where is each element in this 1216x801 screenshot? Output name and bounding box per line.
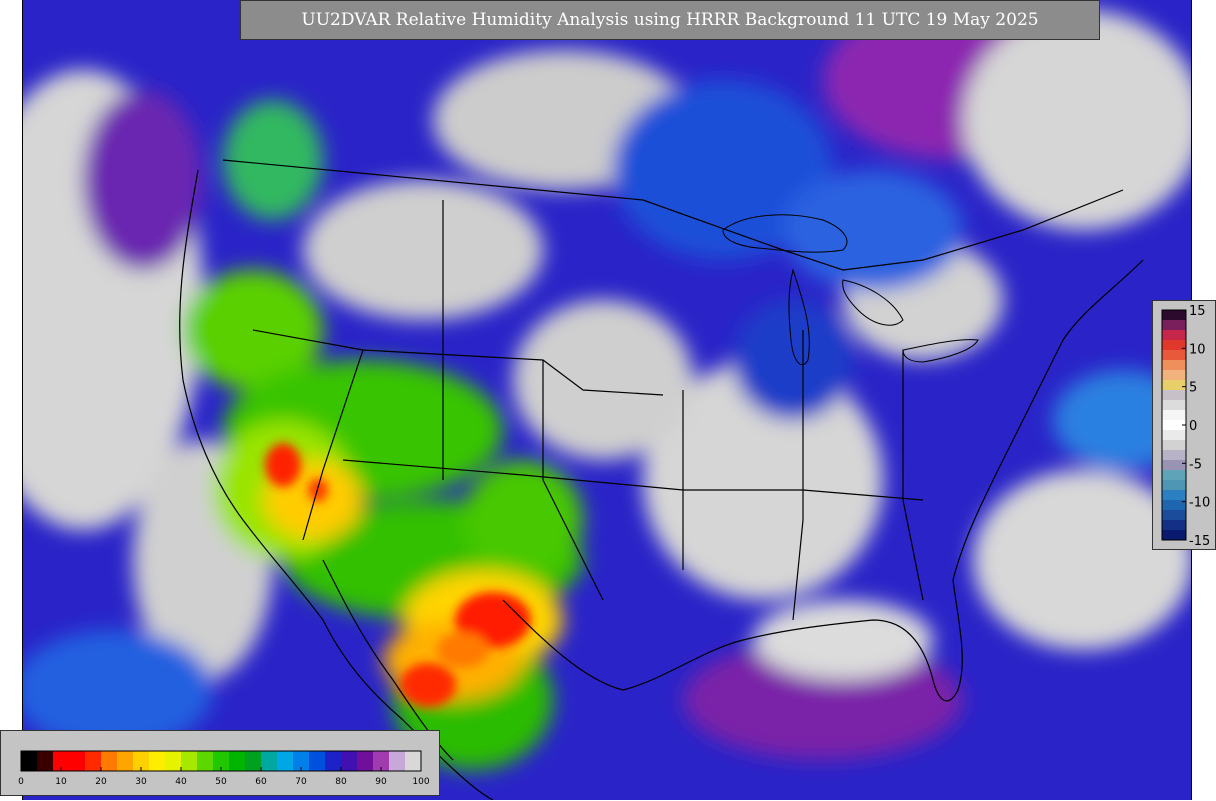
increment-color-stripe — [1162, 410, 1186, 421]
rh-tick-label: 80 — [335, 777, 347, 787]
rh-color-stripe — [261, 751, 278, 771]
increment-color-stripe — [1162, 340, 1186, 351]
rh-color-stripe — [117, 751, 134, 771]
rh-tick-label: 50 — [215, 777, 227, 787]
increment-colorbar-svg: 15 10 5 0 -5 -10 -15 — [1161, 304, 1210, 549]
increment-tick-label: 5 — [1189, 381, 1197, 396]
increment-tick-label: 15 — [1189, 304, 1206, 319]
rh-color-stripe — [405, 751, 422, 771]
rh-colorbar: 0 10 20 30 40 50 60 70 80 90 100 — [0, 730, 440, 796]
increment-color-stripe — [1162, 520, 1186, 531]
rh-color-stripe — [197, 751, 214, 771]
rh-tick-label: 70 — [295, 777, 307, 787]
rh-tick-label: 10 — [55, 777, 67, 787]
increment-tick-label: 0 — [1189, 419, 1197, 434]
rh-tick-label: 20 — [95, 777, 107, 787]
increment-color-stripe — [1162, 320, 1186, 331]
rh-color-stripe — [245, 751, 262, 771]
increment-tick-label: -15 — [1189, 534, 1210, 549]
increment-color-stripe — [1162, 370, 1186, 381]
increment-colorbar: 15 10 5 0 -5 -10 -15 — [1152, 300, 1216, 550]
rh-color-stripe — [85, 751, 102, 771]
rh-tick-label: 0 — [18, 777, 24, 787]
rh-color-stripe — [101, 751, 118, 771]
increment-color-stripe — [1162, 480, 1186, 491]
increment-tick-label: -10 — [1189, 496, 1210, 511]
increment-color-stripe — [1162, 460, 1186, 471]
rh-tick-label: 90 — [375, 777, 387, 787]
increment-color-stripe — [1162, 430, 1186, 441]
increment-color-stripe — [1162, 390, 1186, 401]
rh-tick-label: 30 — [135, 777, 147, 787]
increment-tick-label: -5 — [1189, 457, 1202, 472]
map-title: UU2DVAR Relative Humidity Analysis using… — [240, 0, 1100, 40]
increment-color-stripe — [1162, 350, 1186, 361]
rh-color-stripe — [357, 751, 374, 771]
increment-color-stripe — [1162, 360, 1186, 371]
rh-color-stripe — [277, 751, 294, 771]
rh-color-stripe — [389, 751, 406, 771]
increment-color-stripe — [1162, 310, 1186, 321]
increment-tick-label: 10 — [1189, 342, 1206, 357]
increment-color-stripe — [1162, 530, 1186, 541]
rh-color-stripe — [181, 751, 198, 771]
rh-color-stripe — [21, 751, 38, 771]
rh-color-stripe — [309, 751, 326, 771]
rh-color-stripe — [37, 751, 54, 771]
increment-color-stripe — [1162, 490, 1186, 501]
increment-color-stripe — [1162, 470, 1186, 481]
rh-color-stripe — [325, 751, 342, 771]
rh-color-stripe — [149, 751, 166, 771]
increment-color-stripe — [1162, 450, 1186, 461]
humidity-field — [23, 0, 1191, 800]
rh-colorbar-svg: 0 10 20 30 40 50 60 70 80 90 100 — [18, 750, 430, 787]
rh-color-stripe — [229, 751, 246, 771]
rh-color-stripe — [341, 751, 358, 771]
rh-tick-label: 60 — [255, 777, 267, 787]
rh-color-stripe — [69, 751, 86, 771]
humidity-map — [22, 0, 1192, 800]
rh-tick-label: 40 — [175, 777, 187, 787]
increment-color-stripe — [1162, 400, 1186, 411]
rh-color-stripe — [165, 751, 182, 771]
rh-tick-label: 100 — [412, 777, 429, 787]
increment-color-stripe — [1162, 510, 1186, 521]
increment-color-stripe — [1162, 330, 1186, 341]
increment-color-stripe — [1162, 440, 1186, 451]
increment-color-stripe — [1162, 380, 1186, 391]
